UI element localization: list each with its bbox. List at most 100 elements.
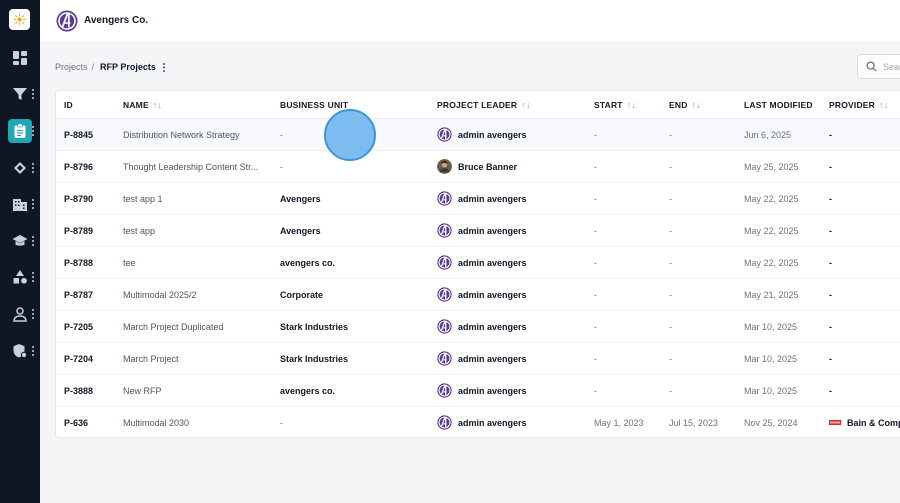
more-options-icon[interactable]: [32, 89, 34, 99]
nav-dashboard[interactable]: [0, 44, 40, 72]
cell-name[interactable]: test app: [123, 215, 273, 246]
avengers-avatar-icon: [437, 255, 452, 270]
avengers-logo-icon[interactable]: [56, 10, 78, 32]
breadcrumb: Projects / RFP Projects: [55, 62, 165, 72]
cell-provider: -: [829, 343, 900, 374]
column-header-end[interactable]: END ↑↓: [669, 91, 741, 118]
column-header-id[interactable]: ID: [64, 91, 116, 118]
column-header-last-modified[interactable]: LAST MODIFIED: [744, 91, 826, 118]
cursor-indicator: [324, 109, 376, 161]
provider-name: -: [829, 321, 832, 332]
user-icon: [13, 307, 27, 322]
table-row[interactable]: P-8796 Thought Leadership Content Str... -…: [56, 151, 900, 183]
breadcrumb-projects-link[interactable]: Projects: [55, 62, 88, 72]
sort-arrows-icon[interactable]: ↑↓: [153, 100, 162, 110]
cell-name[interactable]: tee: [123, 247, 273, 278]
more-options-icon[interactable]: [162, 62, 165, 72]
company-name: Avengers Co.: [84, 15, 149, 26]
cell-id: P-8787: [64, 289, 94, 300]
nav-shapes[interactable]: [0, 263, 40, 291]
cell-project-leader: admin avengers: [437, 343, 587, 374]
cell-provider: -: [829, 183, 900, 214]
more-options-icon[interactable]: [32, 346, 34, 356]
leader-name: admin avengers: [458, 321, 527, 332]
cell-end: -: [669, 161, 672, 172]
table-row[interactable]: P-7205 March Project Duplicated Stark Indu…: [56, 311, 900, 343]
table-row[interactable]: P-636 Multimodal 2030- admin avengers May 1…: [56, 407, 900, 437]
cell-name[interactable]: New RFP: [123, 375, 273, 406]
shapes-icon: [13, 270, 27, 284]
cell-id: P-8845: [64, 129, 94, 140]
more-options-icon[interactable]: [32, 163, 34, 173]
more-options-icon[interactable]: [32, 309, 34, 319]
cell-name[interactable]: March Project Duplicated: [123, 311, 273, 342]
cell-project-leader: admin avengers: [437, 311, 587, 342]
cell-name[interactable]: test app 1: [123, 183, 273, 214]
cell-provider: -: [829, 119, 900, 150]
cell-provider: -: [829, 311, 900, 342]
leader-name: admin avengers: [458, 225, 527, 236]
cell-start: -: [594, 161, 597, 172]
cell-project-leader: Bruce Banner: [437, 151, 587, 182]
cell-name[interactable]: March Project: [123, 343, 273, 374]
user-avatar-photo: [437, 159, 452, 174]
sort-arrows-icon[interactable]: ↑↓: [521, 100, 530, 110]
cell-name[interactable]: Thought Leadership Content Str...: [123, 151, 273, 182]
nav-learning[interactable]: [0, 227, 40, 255]
search-box[interactable]: [857, 54, 900, 79]
table-row[interactable]: P-8789 test app Avengers admin avengers - - Ma…: [56, 215, 900, 247]
top-bar: Avengers Co.: [40, 0, 900, 43]
cell-start: -: [594, 193, 597, 204]
cell-business-unit: avengers co.: [280, 257, 336, 268]
nav-security[interactable]: [0, 337, 40, 365]
app-logo[interactable]: [9, 9, 30, 30]
table-row[interactable]: P-3888 New RFP avengers co. admin avengers -…: [56, 375, 900, 407]
column-header-name[interactable]: NAME ↑↓: [123, 91, 273, 118]
table-row[interactable]: P-8845 Distribution Network Strategy - admi…: [56, 119, 900, 151]
table-row[interactable]: P-8788 tee avengers co. admin avengers - - May…: [56, 247, 900, 279]
more-options-icon[interactable]: [32, 126, 34, 136]
sort-arrows-icon[interactable]: ↑↓: [879, 100, 888, 110]
cell-start: -: [594, 321, 597, 332]
cell-start: -: [594, 289, 597, 300]
column-header-provider[interactable]: PROVIDER ↑↓: [829, 91, 900, 118]
sun-logo-icon: [13, 13, 26, 26]
column-header-start[interactable]: START ↑↓: [594, 91, 666, 118]
table-row[interactable]: P-7204 March Project Stark Industries admin…: [56, 343, 900, 375]
cell-name[interactable]: Multimodal 2025/2: [123, 279, 273, 310]
cell-last-modified: May 22, 2025: [744, 225, 799, 236]
search-input[interactable]: [883, 61, 900, 72]
leader-name: Bruce Banner: [458, 161, 518, 172]
more-options-icon[interactable]: [32, 272, 34, 282]
cell-start: -: [594, 385, 597, 396]
table-row[interactable]: P-8790 test app 1 Avengers admin avengers - -…: [56, 183, 900, 215]
provider-name: -: [829, 353, 832, 364]
more-options-icon[interactable]: [32, 199, 34, 209]
cell-last-modified: Mar 10, 2025: [744, 353, 798, 364]
avengers-avatar-icon: [437, 191, 452, 206]
more-options-icon[interactable]: [32, 236, 34, 246]
cell-start: -: [594, 225, 597, 236]
column-header-project-leader[interactable]: PROJECT LEADER ↑↓: [437, 91, 587, 118]
nav-users[interactable]: [0, 300, 40, 328]
table-header: ID NAME ↑↓ BUSINESS UNIT PROJECT LEADER ↑↓…: [56, 91, 900, 119]
nav-organizations[interactable]: [0, 190, 40, 218]
sort-arrows-icon[interactable]: ↑↓: [692, 100, 701, 110]
cell-provider: -: [829, 247, 900, 278]
avengers-avatar-icon: [437, 287, 452, 302]
cell-id: P-636: [64, 417, 89, 428]
avengers-avatar-icon: [437, 127, 452, 142]
table-row[interactable]: P-8787 Multimodal 2025/2 Corporate admin av…: [56, 279, 900, 311]
nav-partners[interactable]: [0, 154, 40, 182]
nav-projects[interactable]: [0, 117, 40, 145]
sort-arrows-icon[interactable]: ↑↓: [627, 100, 636, 110]
cell-end: -: [669, 385, 672, 396]
cell-name[interactable]: Multimodal 2030: [123, 407, 273, 437]
nav-filter[interactable]: [0, 80, 40, 108]
search-icon: [866, 61, 877, 72]
cell-end: Jul 15, 2023: [669, 417, 719, 428]
cell-name[interactable]: Distribution Network Strategy: [123, 119, 273, 150]
cell-start: May 1, 2023: [594, 417, 644, 428]
building-icon: [13, 199, 27, 211]
cell-provider: Bain & Comp: [829, 407, 900, 437]
